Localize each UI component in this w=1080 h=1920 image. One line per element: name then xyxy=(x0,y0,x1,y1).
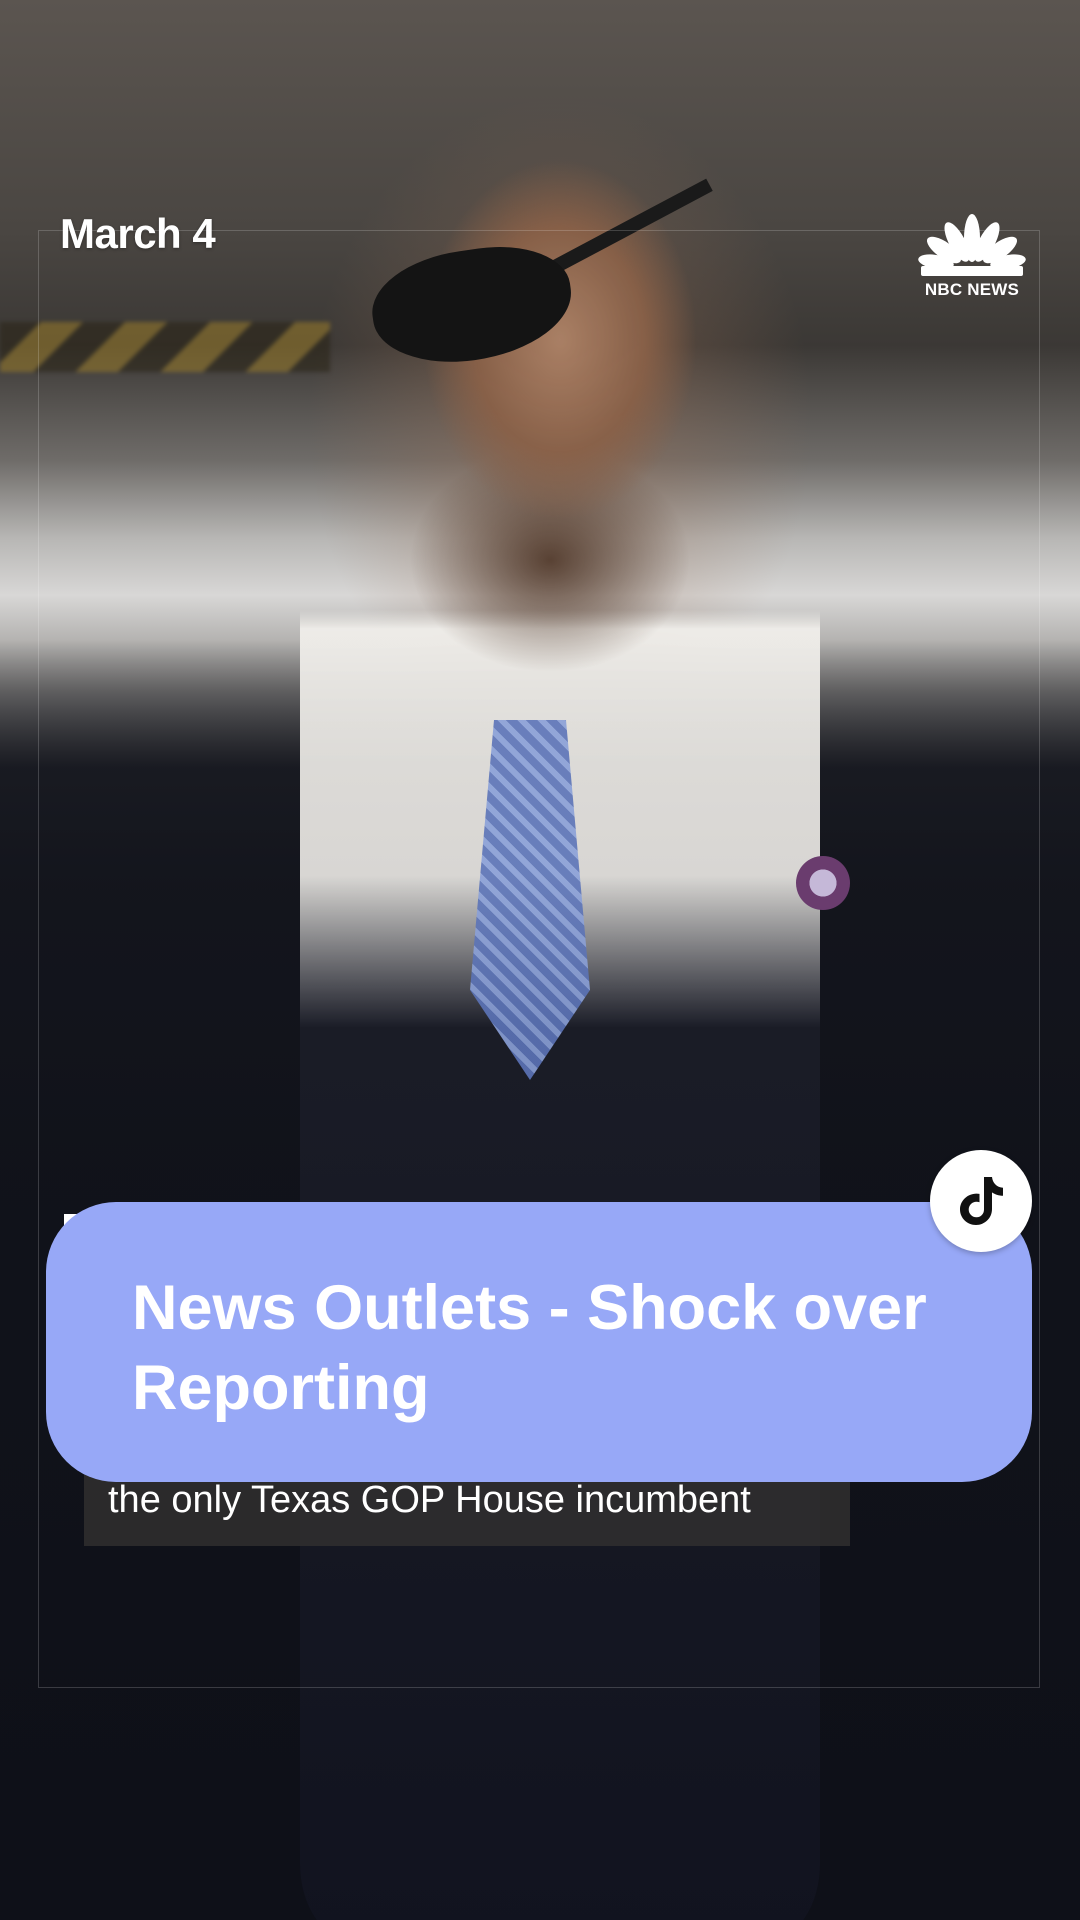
nbc-news-logo: NBC NEWS xyxy=(912,212,1032,300)
tiktok-icon xyxy=(960,1177,1003,1225)
overlay-title: News Outlets - Shock over Reporting xyxy=(132,1273,927,1423)
tiktok-badge[interactable] xyxy=(930,1150,1032,1252)
date-label: March 4 xyxy=(60,210,216,257)
video-frame: March 4 NBC NEWS the only Texas GOP Hous… xyxy=(0,0,1080,1920)
nbc-peacock-icon xyxy=(918,214,1026,276)
nbc-news-logo-text: NBC NEWS xyxy=(924,280,1020,299)
